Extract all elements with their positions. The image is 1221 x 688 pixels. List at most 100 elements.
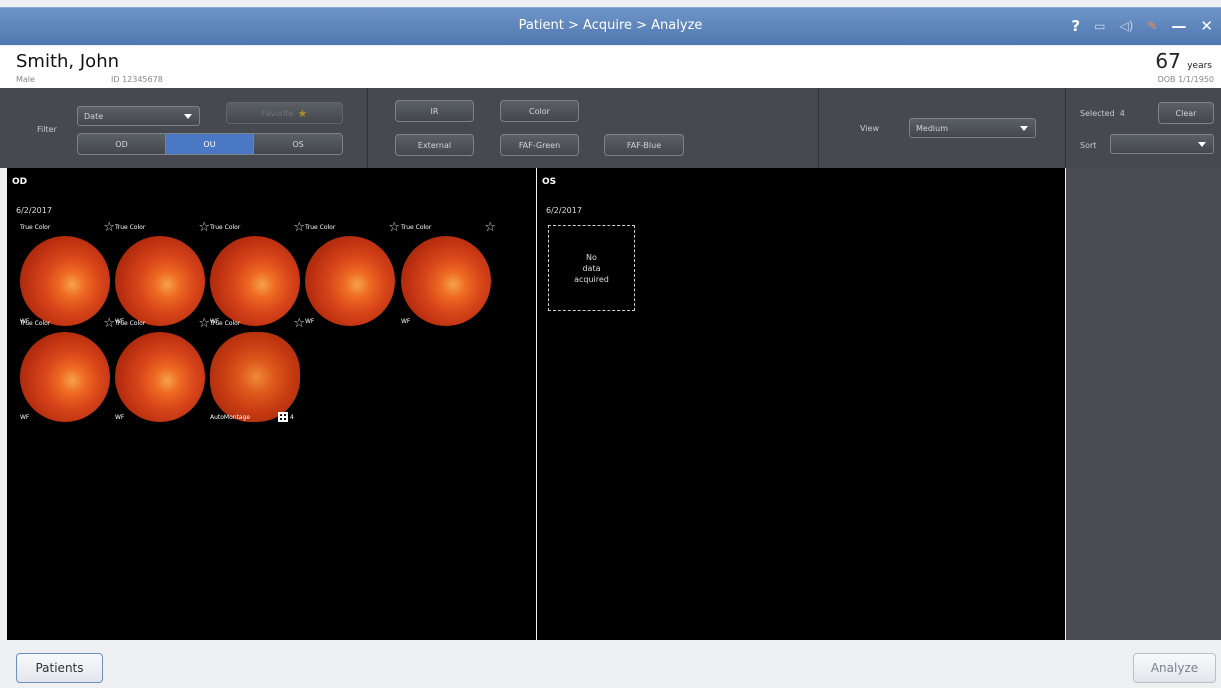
od-panel: OD 6/2/2017 True Color ☆ WF True Color ☆… <box>7 168 536 640</box>
bottom-bar: Patients Analyze <box>0 640 1221 688</box>
toolbar-divider <box>1065 88 1066 168</box>
montage-count: 4 <box>278 412 294 422</box>
os-date: 6/2/2017 <box>546 206 582 215</box>
fundus-image[interactable] <box>20 236 110 326</box>
patient-age-unit: years <box>1187 61 1212 71</box>
image-caption: True Color <box>210 320 241 327</box>
favorite-star-icon[interactable]: ☆ <box>103 221 115 234</box>
view-label: View <box>860 124 879 133</box>
image-caption: True Color <box>210 224 241 231</box>
selected-count: 4 <box>1119 109 1125 118</box>
eye-segmented-control: OD OU OS <box>77 133 343 155</box>
image-type: WF <box>20 414 30 421</box>
view-select[interactable]: Medium <box>909 118 1036 138</box>
filter-label: Filter <box>37 125 57 134</box>
segment-od[interactable]: OD <box>78 134 166 154</box>
patients-button[interactable]: Patients <box>16 653 103 683</box>
no-data-placeholder: No data acquired <box>548 225 635 311</box>
image-thumbnail[interactable]: True Color ☆ WF <box>210 221 305 326</box>
favorite-star-icon[interactable]: ☆ <box>198 221 210 234</box>
selection-side-panel <box>1066 168 1221 640</box>
image-type: WF <box>115 414 125 421</box>
image-thumbnail[interactable]: True Color ☆ WF <box>305 221 400 326</box>
favorite-label: Favorite <box>261 108 294 118</box>
fundus-image[interactable] <box>20 332 110 422</box>
favorite-star-icon[interactable]: ☆ <box>293 221 305 234</box>
selected-label-text: Selected <box>1080 109 1115 118</box>
display-icon[interactable]: ▭ <box>1094 17 1105 35</box>
segment-ou[interactable]: OU <box>166 134 254 154</box>
montage-image[interactable] <box>210 332 300 422</box>
fundus-image[interactable] <box>401 236 491 326</box>
tools-warning-icon[interactable]: ✎ <box>1147 17 1157 35</box>
image-caption: True Color <box>115 320 146 327</box>
od-title: OD <box>12 177 28 187</box>
montage-grid-icon <box>278 412 288 422</box>
patient-header: Smith, John Male ID 12345678 67 years DO… <box>0 46 1221 88</box>
montage-count-value: 4 <box>290 413 294 421</box>
image-caption: True Color <box>115 224 146 231</box>
app-window: Patient > Acquire > Analyze ? ▭ ◁) ✎ — ✕… <box>0 0 1221 688</box>
image-caption: True Color <box>305 224 336 231</box>
ir-button[interactable]: IR <box>395 100 474 122</box>
filter-select[interactable]: Date <box>77 106 200 126</box>
patient-id: ID 12345678 <box>111 75 163 84</box>
chevron-down-icon <box>184 114 192 119</box>
patient-sex: Male <box>16 75 35 84</box>
external-button[interactable]: External <box>395 134 474 156</box>
help-icon[interactable]: ? <box>1071 17 1080 35</box>
chevron-down-icon <box>1198 142 1206 147</box>
image-caption: True Color <box>401 224 432 231</box>
star-icon: ★ <box>297 106 308 120</box>
filter-toolbar: Filter Date Favorite ★ OD OU OS IR Color… <box>0 88 1221 168</box>
image-thumbnail[interactable]: True Color ☆ WF <box>115 317 210 422</box>
sort-label: Sort <box>1080 141 1097 150</box>
favorite-star-icon[interactable]: ☆ <box>293 317 305 330</box>
color-button[interactable]: Color <box>500 100 579 122</box>
os-panel: OS 6/2/2017 No data acquired <box>537 168 1065 640</box>
favorite-star-icon[interactable]: ☆ <box>198 317 210 330</box>
filter-select-value: Date <box>84 111 104 121</box>
toolbar-divider <box>367 88 368 168</box>
od-date: 6/2/2017 <box>16 206 52 215</box>
close-icon[interactable]: ✕ <box>1200 17 1213 35</box>
view-select-value: Medium <box>916 123 948 133</box>
image-thumbnail[interactable]: True Color ☆ WF <box>20 221 115 326</box>
favorite-star-icon[interactable]: ☆ <box>484 221 496 234</box>
sort-select[interactable] <box>1110 134 1214 154</box>
fundus-image[interactable] <box>115 236 205 326</box>
selected-label: Selected 4 <box>1080 109 1125 118</box>
faf-blue-button[interactable]: FAF-Blue <box>604 134 684 156</box>
window-controls: ? ▭ ◁) ✎ — ✕ <box>1071 17 1213 35</box>
patient-name: Smith, John <box>16 51 120 72</box>
image-caption: True Color <box>20 320 51 327</box>
segment-os[interactable]: OS <box>254 134 342 154</box>
image-thumbnail[interactable]: True Color ☆ WF <box>115 221 210 326</box>
chevron-down-icon <box>1020 126 1028 131</box>
faf-green-button[interactable]: FAF-Green <box>500 134 579 156</box>
favorite-star-icon[interactable]: ☆ <box>388 221 400 234</box>
favorite-star-icon[interactable]: ☆ <box>103 317 115 330</box>
window-title: Patient > Acquire > Analyze <box>518 18 703 33</box>
patient-age-value: 67 <box>1155 49 1181 73</box>
image-thumbnail[interactable]: True Color ☆ WF <box>401 221 496 326</box>
toolbar-divider <box>818 88 819 168</box>
image-thumbnail[interactable]: True Color ☆ WF <box>20 317 115 422</box>
patient-age: 67 years <box>1155 49 1212 73</box>
montage-thumbnail[interactable]: True Color ☆ AutoMontage 4 <box>210 317 305 422</box>
image-type: WF <box>305 318 315 325</box>
os-title: OS <box>542 177 557 187</box>
favorite-button[interactable]: Favorite ★ <box>226 102 343 124</box>
patient-dob: DOB 1/1/1950 <box>1157 75 1214 84</box>
image-type: WF <box>401 318 411 325</box>
image-caption: True Color <box>20 224 51 231</box>
speaker-icon[interactable]: ◁) <box>1119 17 1133 35</box>
fundus-image[interactable] <box>305 236 395 326</box>
fundus-image[interactable] <box>210 236 300 326</box>
clear-button[interactable]: Clear <box>1158 102 1214 124</box>
analyze-button[interactable]: Analyze <box>1133 653 1216 683</box>
fundus-image[interactable] <box>115 332 205 422</box>
title-bar: Patient > Acquire > Analyze ? ▭ ◁) ✎ — ✕ <box>0 7 1221 45</box>
image-type: AutoMontage <box>210 414 251 421</box>
minimize-icon[interactable]: — <box>1171 17 1186 35</box>
